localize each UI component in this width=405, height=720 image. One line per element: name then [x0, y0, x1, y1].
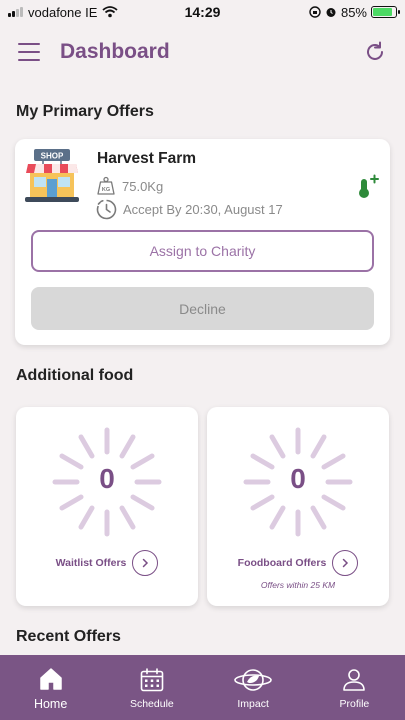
calendar-icon — [137, 665, 167, 695]
waitlist-offers-link[interactable]: Waitlist Offers — [16, 550, 198, 576]
battery-percent: 85% — [340, 4, 367, 20]
bottom-nav: Home Schedule Impact Profile — [0, 655, 405, 720]
nav-impact[interactable]: Impact — [203, 655, 304, 720]
nav-label-schedule: Schedule — [129, 698, 174, 710]
wifi-icon — [102, 6, 118, 18]
nav-home[interactable]: Home — [0, 655, 101, 720]
nav-label-home: Home — [33, 697, 68, 711]
status-right: 85% — [309, 4, 400, 20]
home-icon — [36, 664, 66, 694]
waitlist-count: 0 — [99, 463, 115, 494]
shop-icon: SHOP — [25, 149, 79, 202]
primary-offer-card: SHOP Harvest Farm KG 75.0Kg Accept By 20… — [15, 139, 390, 345]
waitlist-offers-label: Waitlist Offers — [55, 557, 127, 569]
alarm-icon — [326, 8, 336, 17]
status-bar: vodafone IE 14:29 85% — [0, 0, 405, 24]
foodboard-count: 0 — [290, 463, 306, 494]
offer-name: Harvest Farm — [97, 150, 197, 167]
weight-icon: KG — [97, 176, 115, 195]
foodboard-offers-link[interactable]: Foodboard Offers — [207, 550, 389, 576]
chevron-right-icon[interactable] — [132, 550, 159, 576]
signal-icon — [8, 7, 23, 17]
decline-button[interactable]: Decline — [31, 287, 374, 330]
nav-profile[interactable]: Profile — [304, 655, 405, 720]
page-title: Dashboard — [60, 40, 170, 63]
hamburger-menu-icon[interactable] — [18, 43, 40, 61]
orientation-lock-icon — [309, 6, 321, 18]
section-title-recent: Recent Offers — [16, 628, 121, 645]
section-title-primary: My Primary Offers — [16, 103, 154, 120]
refresh-icon[interactable] — [363, 40, 387, 64]
thermometer-plus-icon — [359, 174, 379, 198]
foodboard-subtitle: Offers within 25 KM — [260, 580, 336, 590]
planet-leaf-icon — [233, 665, 273, 695]
person-icon — [339, 665, 369, 695]
weight-icon-label: KG — [102, 187, 110, 193]
accept-by-row: Accept By 20:30, August 17 — [96, 199, 283, 220]
weight-row: KG 75.0Kg — [96, 176, 163, 196]
status-left: vodafone IE — [8, 5, 118, 20]
chevron-right-icon[interactable] — [332, 550, 359, 576]
battery-charging-icon — [371, 6, 400, 18]
nav-label-profile: Profile — [339, 698, 370, 710]
foodboard-offers-card[interactable]: 0 Foodboard Offers Offers within 25 KM — [207, 407, 389, 606]
waitlist-offers-card[interactable]: 0 Waitlist Offers — [16, 407, 198, 606]
nav-label-impact: Impact — [237, 698, 269, 710]
foodboard-offers-label: Foodboard Offers — [237, 557, 327, 569]
clock-icon — [96, 199, 117, 220]
offer-weight: 75.0Kg — [122, 178, 164, 194]
app-header: Dashboard — [0, 34, 405, 70]
shop-sign-text: SHOP — [41, 152, 64, 161]
offer-accept-by: Accept By 20:30, August 17 — [123, 202, 283, 217]
nav-schedule[interactable]: Schedule — [101, 655, 202, 720]
assign-to-charity-button[interactable]: Assign to Charity — [31, 230, 374, 272]
carrier-name: vodafone IE — [28, 4, 98, 20]
section-title-additional: Additional food — [16, 367, 134, 384]
